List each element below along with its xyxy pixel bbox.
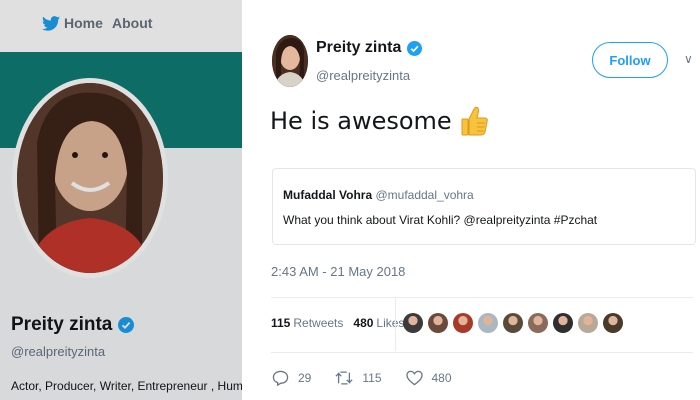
divider — [271, 352, 693, 353]
quote-text: What you think about Virat Kohli? @realp… — [283, 213, 598, 227]
retweet-count: 115 — [362, 371, 382, 385]
quote-author-handle: @mufaddal_vohra — [375, 188, 474, 202]
like-count: 480 — [431, 371, 452, 385]
retweets-count: 115 — [271, 316, 291, 330]
likes-stat[interactable]: 480 Likes — [353, 316, 404, 330]
stats-separator — [395, 298, 396, 351]
verified-badge-icon — [407, 40, 423, 56]
author-name-row: Preity zinta — [316, 39, 423, 57]
tweet-card: Preity zinta @realpreityzinta Follow ∨ H… — [242, 0, 700, 400]
nav-home-label: Home — [64, 15, 103, 31]
tweet-stats: 115 Retweets 480 Likes — [271, 316, 404, 330]
profile-avatar[interactable] — [12, 78, 168, 278]
reply-count: 29 — [298, 371, 312, 385]
likers-avatars — [403, 313, 623, 333]
reply-icon — [272, 370, 289, 386]
liker-avatar[interactable] — [503, 313, 523, 333]
top-navigation: Home About — [0, 0, 242, 52]
retweet-icon — [335, 371, 353, 385]
profile-name[interactable]: Preity zinta — [11, 314, 112, 336]
liker-avatar[interactable] — [603, 313, 623, 333]
follow-button[interactable]: Follow — [592, 42, 668, 78]
reply-button[interactable]: 29 — [272, 370, 311, 386]
tweet-text: He is awesome — [270, 107, 452, 135]
liker-avatar[interactable] — [553, 313, 573, 333]
likes-label: Likes — [376, 316, 405, 330]
quote-author: Mufaddal Vohra @mufaddal_vohra — [283, 188, 474, 202]
profile-panel: Home About Preity zinta @realpreityzinta… — [0, 0, 242, 400]
liker-avatar[interactable] — [453, 313, 473, 333]
author-handle[interactable]: @realpreityzinta — [316, 68, 410, 83]
profile-bio: Actor, Producer, Writer, Entrepreneur , … — [11, 379, 242, 393]
quoted-tweet[interactable]: Mufaddal Vohra @mufaddal_vohra What you … — [272, 168, 696, 245]
likes-count: 480 — [353, 316, 374, 330]
liker-avatar[interactable] — [528, 313, 548, 333]
quote-author-name: Mufaddal Vohra — [283, 188, 373, 202]
divider — [271, 297, 693, 298]
nav-home[interactable]: Home — [42, 15, 103, 31]
like-button[interactable]: 480 — [405, 370, 452, 386]
profile-name-row: Preity zinta — [11, 314, 135, 336]
liker-avatar[interactable] — [428, 313, 448, 333]
chevron-down-icon[interactable]: ∨ — [684, 52, 693, 66]
verified-badge-icon — [118, 317, 135, 333]
profile-handle: @realpreityzinta — [11, 344, 106, 359]
nav-about[interactable]: About — [112, 15, 152, 31]
tweet-text-row: He is awesome — [270, 106, 488, 136]
retweet-button[interactable]: 115 — [335, 370, 382, 386]
tweet-timestamp[interactable]: 2:43 AM - 21 May 2018 — [271, 264, 405, 279]
profile-photo — [17, 83, 163, 273]
heart-icon — [405, 370, 423, 386]
liker-avatar[interactable] — [478, 313, 498, 333]
retweets-stat[interactable]: 115 Retweets — [271, 316, 343, 330]
author-name[interactable]: Preity zinta — [316, 39, 401, 57]
liker-avatar[interactable] — [578, 313, 598, 333]
nav-about-label: About — [112, 15, 153, 31]
liker-avatar[interactable] — [403, 313, 423, 333]
tweet-actions: 29 115 480 — [272, 370, 452, 386]
twitter-bird-icon — [42, 15, 60, 31]
retweets-label: Retweets — [293, 316, 344, 330]
author-photo — [272, 35, 308, 87]
thumbs-up-icon — [461, 106, 488, 136]
author-avatar[interactable] — [272, 35, 308, 87]
